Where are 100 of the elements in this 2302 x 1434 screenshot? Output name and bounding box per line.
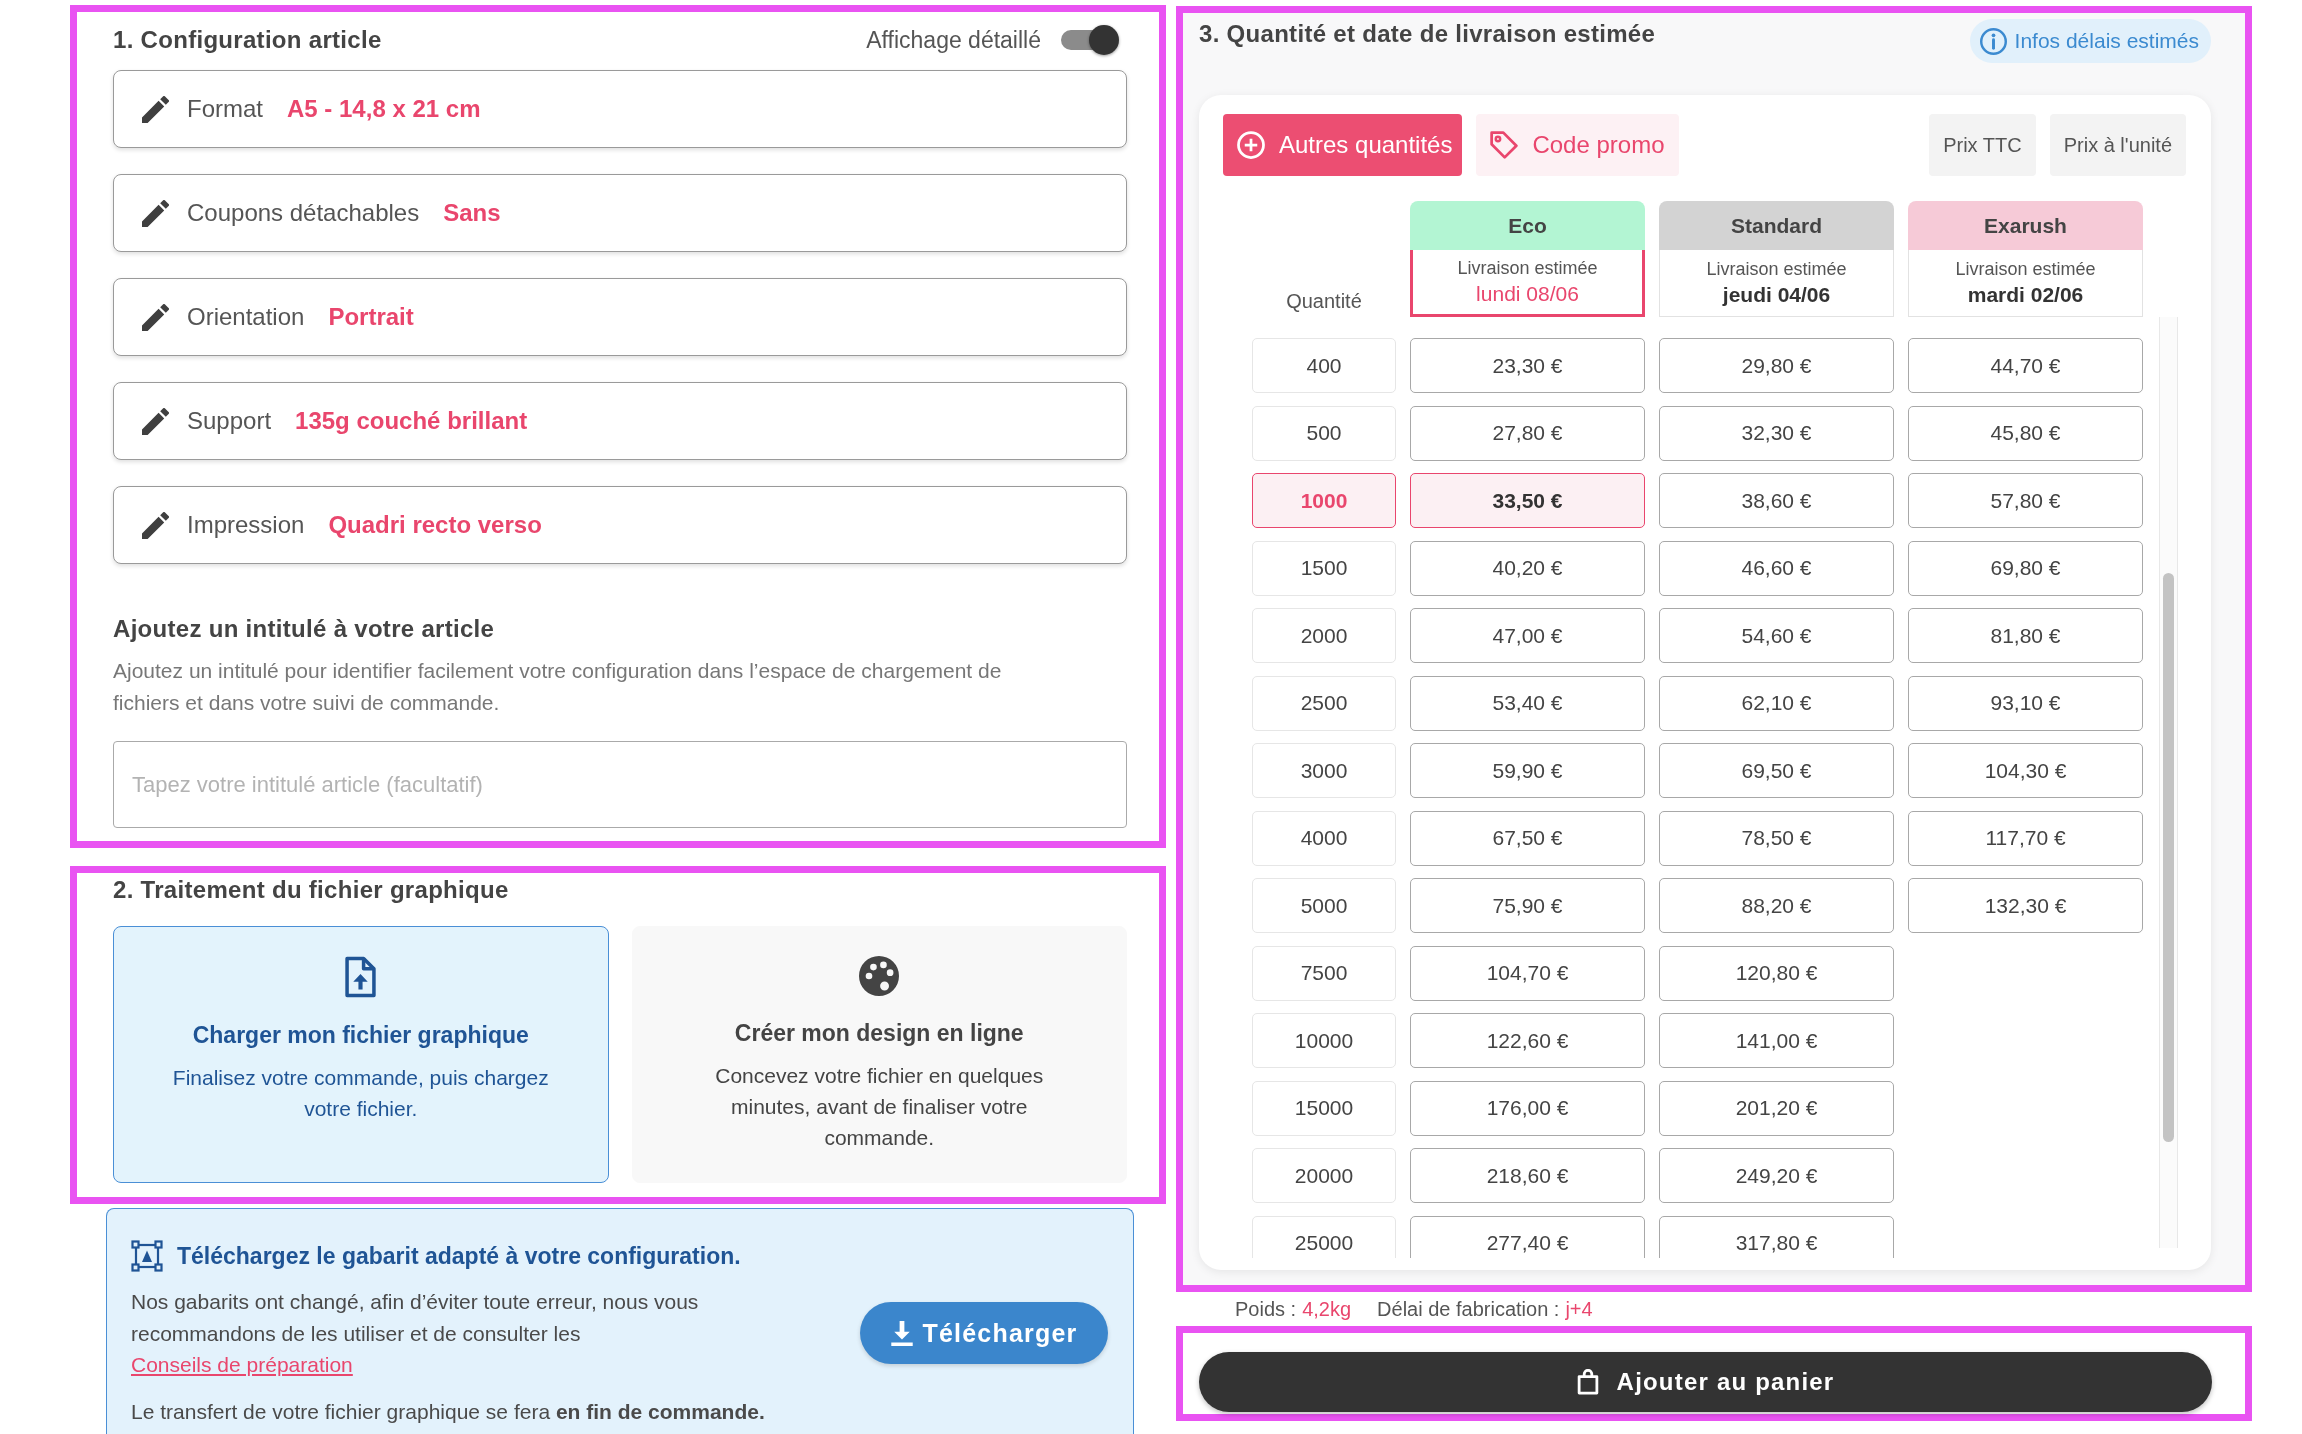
price-cell[interactable]: 317,80 € (1659, 1215, 1894, 1258)
price-cell[interactable]: 120,80 € (1659, 945, 1894, 1001)
choice-title: Charger mon fichier graphique (192, 1021, 529, 1050)
scrollbar-thumb[interactable] (2163, 573, 2174, 1142)
price-cell[interactable]: 57,80 € (1908, 473, 2143, 528)
price-cell[interactable]: 93,10 € (1908, 675, 2143, 731)
delivery-label: Livraison estimée (1955, 259, 2096, 280)
price-cell[interactable]: 45,80 € (1908, 405, 2143, 461)
price-cell[interactable]: 62,10 € (1659, 675, 1894, 731)
toggle-switch[interactable] (1061, 25, 1119, 55)
choice-card[interactable]: Créer mon design en ligne Concevez votre fichier en quelques minutes, avant de finaliser votre commande. (631, 926, 1127, 1183)
price-cell[interactable]: 75,90 € (1410, 878, 1645, 933)
quantity-cell[interactable]: 1500 (1252, 540, 1396, 596)
price-cell[interactable]: 176,00 € (1410, 1080, 1645, 1136)
notice-text: Nos gabarits ont changé, afin d’éviter toute erreur, nous vous recommandons de les utiliser et de consulter les Conseils de préparation (131, 1289, 700, 1378)
option-button[interactable]: Support 135g couché brillant (113, 382, 1127, 460)
price-cell[interactable]: 46,60 € (1659, 540, 1894, 596)
price-cell[interactable]: 54,60 € (1659, 608, 1894, 663)
column-header: Quantité (1285, 290, 1363, 314)
option-button[interactable]: Coupons détachables Sans (113, 174, 1127, 252)
lead-time-label: Délai de fabrication : (1377, 1297, 1560, 1321)
price-cell[interactable]: 69,80 € (1908, 540, 2143, 596)
quantity-cell[interactable]: 3000 (1252, 743, 1396, 798)
delivery-info[interactable]: Livraison estimée lundi 08/06 (1410, 250, 1645, 317)
price-cell[interactable]: 218,60 € (1410, 1148, 1645, 1203)
option-button[interactable]: Format A5 - 14,8 x 21 cm (113, 70, 1127, 148)
input-field[interactable]: Tapez votre intitulé article (facultatif) (113, 741, 1127, 828)
quantity-cell[interactable]: 2000 (1252, 608, 1396, 663)
price-cell[interactable]: 122,60 € (1410, 1013, 1645, 1068)
price-cell[interactable]: 40,20 € (1410, 540, 1645, 596)
download-button[interactable]: Télécharger (860, 1302, 1108, 1365)
price-cell[interactable]: 27,80 € (1410, 405, 1645, 461)
delivery-label: Livraison estimée (1706, 259, 1847, 280)
quantity-cell[interactable]: 500 (1252, 405, 1396, 461)
price-cell[interactable]: 78,50 € (1659, 810, 1894, 866)
choice-title: Créer mon design en ligne (734, 1019, 1024, 1048)
quantity-cell[interactable]: 400 (1252, 338, 1396, 393)
delivery-date: jeudi 04/06 (1722, 283, 1831, 307)
choice-card[interactable]: Charger mon fichier graphique Finalisez votre commande, puis chargez votre fichier. (113, 926, 609, 1183)
option-button[interactable]: Impression Quadri recto verso (113, 486, 1127, 564)
speed-header[interactable]: Standard (1659, 201, 1894, 250)
pencil-icon (142, 199, 169, 227)
price-cell[interactable]: 249,20 € (1659, 1148, 1894, 1203)
price-cell[interactable]: 23,30 € (1410, 338, 1645, 393)
price-cell[interactable]: 132,30 € (1908, 878, 2143, 933)
price-cell[interactable]: 53,40 € (1410, 675, 1645, 731)
quantity-cell[interactable]: 20000 (1252, 1148, 1396, 1203)
price-cell[interactable]: 44,70 € (1908, 338, 2143, 393)
quantity-cell[interactable]: 25000 (1252, 1215, 1396, 1258)
quantity-cell[interactable]: 7500 (1252, 945, 1396, 1001)
option-button[interactable]: Orientation Portrait (113, 278, 1127, 356)
price-mode-button[interactable]: Prix à l'unité (2049, 114, 2186, 176)
price-mode-button[interactable]: Prix TTC (1929, 114, 2036, 176)
delivery-info[interactable]: Livraison estimée mardi 02/06 (1908, 250, 2143, 317)
notice-title: Téléchargez le gabarit adapté à votre configuration. (177, 1242, 741, 1270)
tag-icon (1490, 131, 1519, 159)
price-cell[interactable]: 29,80 € (1659, 338, 1894, 393)
price-cell[interactable]: 81,80 € (1908, 608, 2143, 663)
price-cell[interactable]: 201,20 € (1659, 1080, 1894, 1136)
price-cell[interactable]: 38,60 € (1659, 473, 1894, 528)
speed-header[interactable]: Eco (1410, 201, 1645, 250)
price-cell[interactable]: 88,20 € (1659, 878, 1894, 933)
notice-note: Le transfert de votre fichier graphique se fera en fin de commande. (131, 1398, 766, 1425)
price-cell[interactable]: 33,50 € (1410, 473, 1645, 528)
delivery-date: lundi 08/06 (1476, 282, 1579, 306)
quantity-cell[interactable]: 10000 (1252, 1013, 1396, 1068)
palette-icon (859, 956, 900, 996)
pencil-icon (142, 511, 169, 539)
price-cell[interactable]: 69,50 € (1659, 743, 1894, 798)
frame-handles-icon (131, 1240, 163, 1272)
delivery-date: mardi 02/06 (1967, 283, 2084, 307)
shopping-bag-icon (1576, 1369, 1599, 1395)
plus-circle-icon (1237, 131, 1265, 159)
delivery-info[interactable]: Livraison estimée jeudi 04/06 (1659, 250, 1894, 317)
choice-description: Finalisez votre commande, puis chargez votre fichier. (171, 1065, 550, 1122)
lead-time-value: j+4 (1565, 1297, 1593, 1321)
price-cell[interactable]: 117,70 € (1908, 810, 2143, 866)
price-cell[interactable]: 67,50 € (1410, 810, 1645, 866)
quantity-cell[interactable]: 2500 (1252, 675, 1396, 731)
weight-value: 4,2kg (1302, 1297, 1352, 1321)
toggle-label: Affichage détaillé (866, 26, 1041, 54)
price-cell[interactable]: 32,30 € (1659, 405, 1894, 461)
pencil-icon (142, 95, 169, 123)
quantity-cell[interactable]: 5000 (1252, 878, 1396, 933)
price-cell[interactable]: 47,00 € (1410, 608, 1645, 663)
quantity-cell[interactable]: 15000 (1252, 1080, 1396, 1136)
price-cell[interactable]: 104,30 € (1908, 743, 2143, 798)
section-title: 3. Quantité et date de livraison estimée (1199, 19, 1656, 49)
choice-description: Concevez votre fichier en quelques minutes, avant de finaliser votre commande. (714, 1063, 1045, 1151)
file-upload-icon (345, 956, 377, 998)
add-to-cart-button[interactable]: Ajouter au panier (1199, 1352, 2212, 1412)
section-title: 1. Configuration article (113, 25, 382, 55)
price-cell[interactable]: 277,40 € (1410, 1215, 1645, 1258)
speed-header[interactable]: Exarush (1908, 201, 2143, 250)
quantity-cell[interactable]: 4000 (1252, 810, 1396, 866)
price-cell[interactable]: 104,70 € (1410, 945, 1645, 1001)
add-quantities-button[interactable]: Autres quantités (1223, 114, 1463, 176)
price-cell[interactable]: 59,90 € (1410, 743, 1645, 798)
price-cell[interactable]: 141,00 € (1659, 1013, 1894, 1068)
pencil-icon (142, 407, 169, 435)
